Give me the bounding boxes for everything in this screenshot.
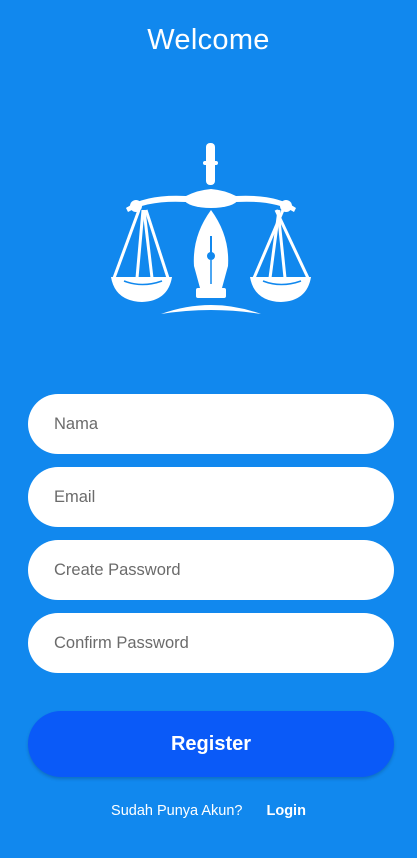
name-input[interactable] [52, 413, 394, 435]
name-field-container[interactable] [28, 394, 394, 454]
confirm-password-field-container[interactable] [28, 613, 394, 673]
confirm-password-input[interactable] [52, 632, 394, 654]
email-field-container[interactable] [28, 467, 394, 527]
register-button[interactable]: Register [28, 711, 394, 777]
email-input[interactable] [52, 486, 394, 508]
page-title: Welcome [147, 24, 270, 56]
have-account-text: Sudah Punya Akun? [111, 803, 243, 819]
create-password-field-container[interactable] [28, 540, 394, 600]
create-password-input[interactable] [52, 559, 394, 581]
login-prompt: Sudah Punya Akun? Login [0, 803, 417, 819]
scales-of-justice-pen-icon [111, 143, 311, 314]
login-link[interactable]: Login [266, 803, 305, 819]
